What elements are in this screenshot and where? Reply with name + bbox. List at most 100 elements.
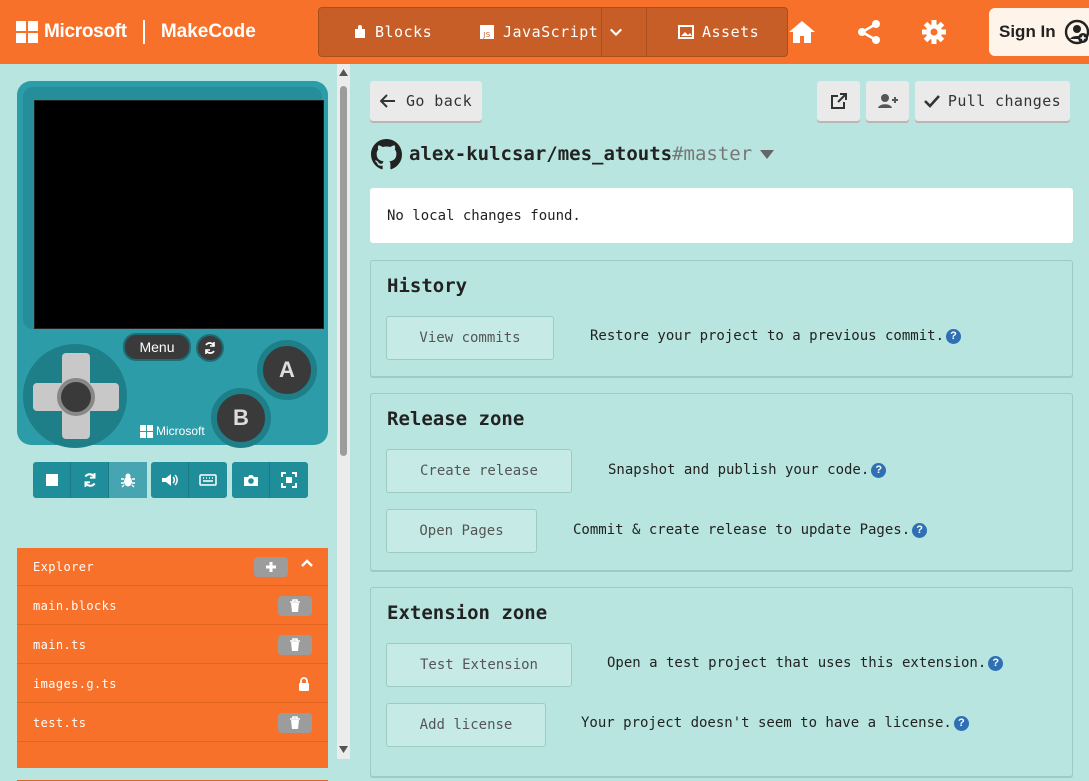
add-license-button[interactable]: Add license [386, 703, 546, 747]
screenshot-button[interactable] [232, 462, 270, 498]
locked-indicator [296, 675, 312, 693]
reset-button[interactable] [196, 334, 224, 362]
brand[interactable]: Microsoft MakeCode [16, 17, 256, 47]
assets-mode-button[interactable]: Assets [678, 8, 759, 56]
fullscreen-icon [281, 472, 297, 488]
pull-changes-label: Pull changes [947, 92, 1062, 110]
language-dropdown-button[interactable] [609, 8, 631, 56]
checkmark-icon [923, 95, 940, 108]
camera-icon [243, 475, 258, 486]
js-file-icon: JS [480, 25, 494, 39]
help-icon[interactable]: ? [912, 522, 928, 538]
mode-divider [601, 8, 602, 56]
add-file-button[interactable] [254, 557, 288, 577]
scroll-down-arrow-icon[interactable] [339, 746, 348, 753]
go-back-button[interactable]: Go back [370, 81, 482, 121]
caret-down-icon[interactable] [760, 149, 775, 159]
editor-mode-toggle: Blocks JS JavaScript Assets [318, 7, 788, 57]
open-pages-button[interactable]: Open Pages [386, 509, 537, 553]
branch-name[interactable]: #master [672, 143, 752, 165]
create-release-button[interactable]: Create release [386, 449, 572, 493]
repo-header: alex-kulcsar/mes_atouts #master [371, 136, 775, 172]
puzzle-icon [355, 25, 365, 38]
dpad-center [57, 378, 95, 416]
invite-collaborator-button[interactable] [866, 81, 909, 121]
chevron-up-icon[interactable] [300, 558, 314, 568]
delete-file-button[interactable] [278, 635, 312, 655]
open-pages-description: Commit & create release to update Pages.… [573, 522, 928, 538]
help-icon[interactable]: ? [946, 328, 962, 344]
home-button[interactable] [786, 16, 818, 48]
blocks-label: Blocks [375, 23, 433, 41]
pull-changes-button[interactable]: Pull changes [915, 81, 1070, 121]
fullscreen-button[interactable] [270, 462, 308, 498]
svg-text:JS: JS [482, 31, 491, 39]
microsoft-logo-icon [16, 21, 38, 43]
settings-button[interactable] [918, 16, 950, 48]
view-commits-desc-text: Restore your project to a previous commi… [590, 328, 945, 344]
view-commits-button[interactable]: View commits [386, 316, 554, 360]
simulator-io-controls [151, 462, 227, 498]
speaker-icon [161, 474, 178, 486]
repo-name[interactable]: alex-kulcsar/mes_atouts [409, 143, 672, 165]
explorer-file-row[interactable]: main.blocks [17, 587, 328, 625]
help-icon[interactable]: ? [953, 715, 969, 731]
game-screen[interactable] [34, 100, 324, 329]
test-extension-button[interactable]: Test Extension [386, 643, 572, 687]
left-panel-scrollbar[interactable] [337, 64, 350, 759]
add-user-icon [877, 94, 898, 108]
explorer-file-row[interactable] [17, 743, 328, 781]
blocks-mode-button[interactable]: Blocks [353, 8, 432, 56]
restart-button[interactable] [71, 462, 109, 498]
simulator-panel: Menu A B Microsoft Explorer main.blocks … [0, 64, 336, 781]
microsoft-logo-icon [140, 424, 153, 438]
help-icon[interactable]: ? [871, 462, 887, 478]
b-button[interactable]: B [211, 388, 271, 448]
javascript-mode-button[interactable]: JS JavaScript [479, 8, 598, 56]
open-repo-button[interactable] [817, 81, 860, 121]
view-commits-description: Restore your project to a previous commi… [590, 328, 962, 344]
brand-divider [142, 20, 145, 44]
trash-icon [290, 638, 300, 651]
javascript-label: JavaScript [503, 23, 599, 41]
stop-icon [45, 474, 58, 486]
add-license-desc-text: Your project doesn't seem to have a lice… [581, 715, 952, 731]
plus-icon [266, 562, 276, 572]
debug-button[interactable] [109, 462, 147, 498]
explorer-file-row[interactable]: main.ts [17, 626, 328, 664]
sign-in-button[interactable]: Sign In [989, 8, 1089, 56]
go-back-label: Go back [405, 92, 472, 110]
a-button[interactable]: A [257, 340, 317, 400]
image-icon [678, 25, 694, 39]
menu-button[interactable]: Menu [123, 333, 191, 361]
explorer-header[interactable]: Explorer [17, 548, 328, 586]
file-name: images.g.ts [33, 676, 117, 691]
explorer-file-row[interactable]: images.g.ts [17, 665, 328, 703]
delete-file-button[interactable] [278, 596, 312, 616]
history-zone: History View commits Restore your projec… [370, 260, 1073, 377]
stop-button[interactable] [33, 462, 71, 498]
delete-file-button[interactable] [278, 713, 312, 733]
simulator-run-controls [33, 462, 147, 498]
user-account-icon [1064, 19, 1089, 45]
share-icon [858, 20, 880, 44]
device-brand: Microsoft [140, 424, 205, 438]
lock-icon [299, 677, 309, 691]
file-name: test.ts [33, 715, 87, 730]
explorer-file-row[interactable]: test.ts [17, 704, 328, 742]
game-simulator: Menu A B Microsoft [17, 81, 328, 448]
file-name: main.ts [33, 637, 87, 652]
keyboard-button[interactable] [189, 462, 227, 498]
help-icon[interactable]: ? [988, 655, 1004, 671]
scroll-thumb[interactable] [340, 86, 347, 456]
scroll-up-arrow-icon[interactable] [339, 69, 348, 76]
bug-icon [121, 473, 135, 488]
release-zone: Release zone Create release Snapshot and… [370, 393, 1073, 571]
share-button[interactable] [853, 16, 885, 48]
extension-zone: Extension zone Test Extension Open a tes… [370, 587, 1073, 777]
mute-button[interactable] [151, 462, 189, 498]
status-message: No local changes found. [370, 188, 1073, 243]
refresh-icon [205, 342, 215, 354]
trash-icon [290, 716, 300, 729]
keyboard-icon [199, 474, 217, 486]
